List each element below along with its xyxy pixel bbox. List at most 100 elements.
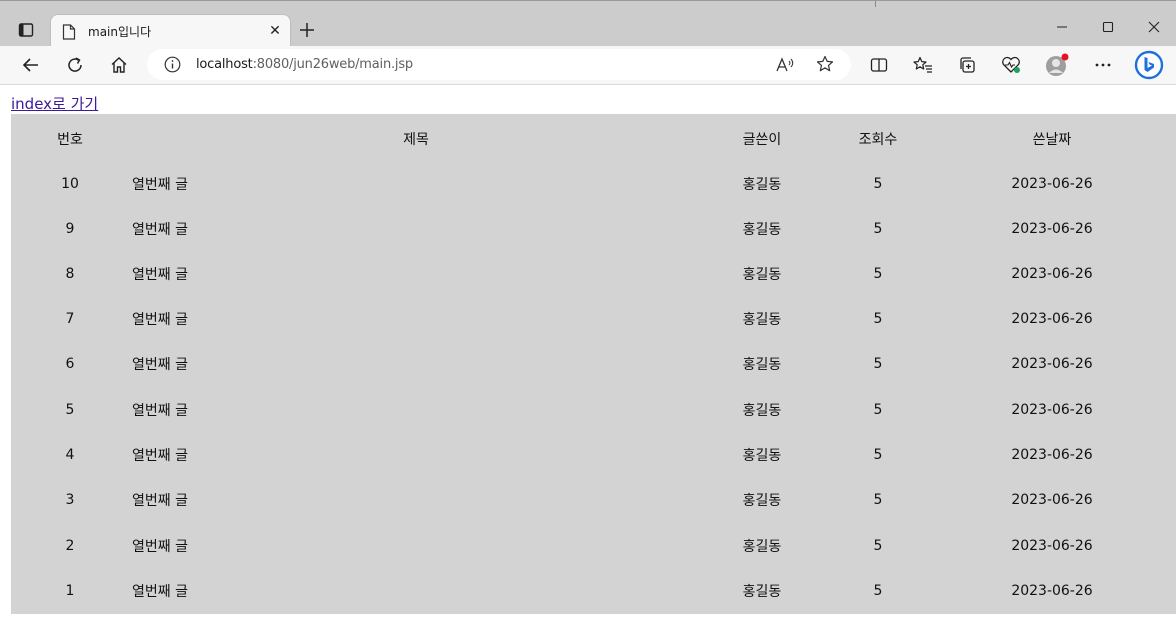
page-icon [62, 24, 76, 40]
page-content: index로 가기 번호 제목 글쓴이 조회수 쓴날짜 10 열번째 글 홍길동… [0, 86, 1176, 635]
cell-no: 5 [65, 401, 75, 418]
table-row: 4 열번째 글 홍길동 5 2023-06-26 [11, 432, 1176, 477]
table-row: 2 열번째 글 홍길동 5 2023-06-26 [11, 523, 1176, 568]
cell-hits: 5 [873, 220, 883, 237]
minimize-icon [1057, 26, 1067, 28]
table-row: 7 열번째 글 홍길동 5 2023-06-26 [11, 296, 1176, 341]
profile-button[interactable] [1042, 50, 1072, 80]
cell-title: 열번째 글 [132, 402, 188, 419]
new-tab-button[interactable] [294, 17, 320, 43]
cell-no: 9 [65, 220, 75, 237]
cell-date: 2023-06-26 [1011, 446, 1093, 463]
cell-hits: 5 [873, 582, 883, 599]
refresh-icon [68, 57, 82, 72]
more-button[interactable] [1088, 50, 1118, 80]
split-screen-button[interactable] [864, 50, 894, 80]
cell-hits: 5 [873, 446, 883, 463]
back-icon [22, 58, 38, 72]
profile-avatar-icon [1046, 53, 1069, 76]
cell-writer: 홍길동 [742, 538, 782, 555]
header-title: 제목 [403, 131, 429, 148]
cell-no: 2 [65, 537, 75, 554]
read-aloud-icon [776, 57, 794, 72]
cell-writer: 홍길동 [742, 221, 782, 238]
table-row: 1 열번째 글 홍길동 5 2023-06-26 [11, 568, 1176, 613]
cell-date: 2023-06-26 [1011, 537, 1093, 554]
browser-essentials-button[interactable] [996, 50, 1026, 80]
plus-icon [300, 23, 314, 37]
close-window-icon [1148, 21, 1160, 33]
cell-date: 2023-06-26 [1011, 265, 1093, 282]
cell-no: 6 [65, 355, 75, 372]
url-host: localhost [196, 57, 253, 72]
more-icon [1095, 63, 1111, 67]
cell-hits: 5 [873, 491, 883, 508]
cell-writer: 홍길동 [742, 356, 782, 373]
cell-no: 4 [65, 446, 75, 463]
cell-writer: 홍길동 [742, 402, 782, 419]
board-table: 번호 제목 글쓴이 조회수 쓴날짜 10 열번째 글 홍길동 5 2023-06… [11, 114, 1176, 614]
cell-date: 2023-06-26 [1011, 310, 1093, 327]
cell-date: 2023-06-26 [1011, 582, 1093, 599]
browser-window: main입니다 ✕ localhost:8080/jun26web/main.j… [0, 0, 1176, 635]
cell-no: 1 [65, 582, 75, 599]
favorites-button[interactable] [908, 50, 938, 80]
close-window-button[interactable] [1132, 13, 1176, 41]
cell-date: 2023-06-26 [1011, 355, 1093, 372]
cell-writer: 홍길동 [742, 266, 782, 283]
cell-title: 열번째 글 [132, 311, 188, 328]
url-path: :8080/jun26web/main.jsp [252, 57, 414, 72]
back-button[interactable] [16, 50, 46, 80]
cell-date: 2023-06-26 [1011, 220, 1093, 237]
info-icon[interactable] [164, 56, 181, 73]
bing-icon [1134, 50, 1164, 80]
cell-no: 3 [65, 491, 75, 508]
home-icon [111, 57, 127, 73]
minimize-button[interactable] [1040, 13, 1084, 41]
cell-writer: 홍길동 [742, 176, 782, 193]
tab-strip: main입니다 ✕ [0, 0, 1176, 47]
header-hits: 조회수 [858, 131, 898, 148]
collections-icon [960, 57, 975, 73]
cell-hits: 5 [873, 537, 883, 554]
browser-essentials-icon [1002, 56, 1020, 73]
table-row: 9 열번째 글 홍길동 5 2023-06-26 [11, 206, 1176, 251]
header-date: 쓴날짜 [1032, 131, 1072, 148]
table-row: 3 열번째 글 홍길동 5 2023-06-26 [11, 477, 1176, 522]
cell-hits: 5 [873, 355, 883, 372]
cell-writer: 홍길동 [742, 492, 782, 509]
browser-toolbar: localhost:8080/jun26web/main.jsp [0, 46, 1176, 85]
maximize-icon [1102, 21, 1114, 33]
cell-title: 열번째 글 [132, 176, 188, 193]
table-row: 10 열번째 글 홍길동 5 2023-06-26 [11, 161, 1176, 206]
favorite-star-icon [816, 55, 834, 72]
cell-no: 7 [65, 310, 75, 327]
cell-hits: 5 [873, 401, 883, 418]
index-link[interactable]: index로 가기 [11, 93, 98, 114]
cell-hits: 5 [873, 175, 883, 192]
favorites-icon [913, 56, 932, 73]
cell-writer: 홍길동 [742, 311, 782, 328]
table-row: 6 열번째 글 홍길동 5 2023-06-26 [11, 341, 1176, 386]
cell-no: 10 [61, 175, 79, 192]
header-no: 번호 [57, 131, 83, 148]
bing-button[interactable] [1132, 50, 1166, 80]
cell-title: 열번째 글 [132, 583, 188, 600]
close-icon[interactable]: ✕ [265, 21, 285, 41]
cell-title: 열번째 글 [132, 447, 188, 464]
collections-button[interactable] [952, 50, 982, 80]
home-button[interactable] [104, 50, 134, 80]
maximize-button[interactable] [1086, 13, 1130, 41]
tab-actions-icon [18, 23, 34, 37]
cell-writer: 홍길동 [742, 583, 782, 600]
read-aloud-button[interactable] [775, 55, 795, 75]
cell-title: 열번째 글 [132, 538, 188, 555]
address-url[interactable]: localhost:8080/jun26web/main.jsp [196, 57, 413, 72]
refresh-button[interactable] [60, 50, 90, 80]
split-screen-icon [870, 58, 888, 72]
browser-tab[interactable]: main입니다 ✕ [50, 14, 291, 47]
cell-writer: 홍길동 [742, 447, 782, 464]
add-favorite-button[interactable] [815, 54, 835, 74]
address-bar[interactable]: localhost:8080/jun26web/main.jsp [147, 49, 851, 80]
tab-actions-button[interactable] [11, 15, 41, 45]
